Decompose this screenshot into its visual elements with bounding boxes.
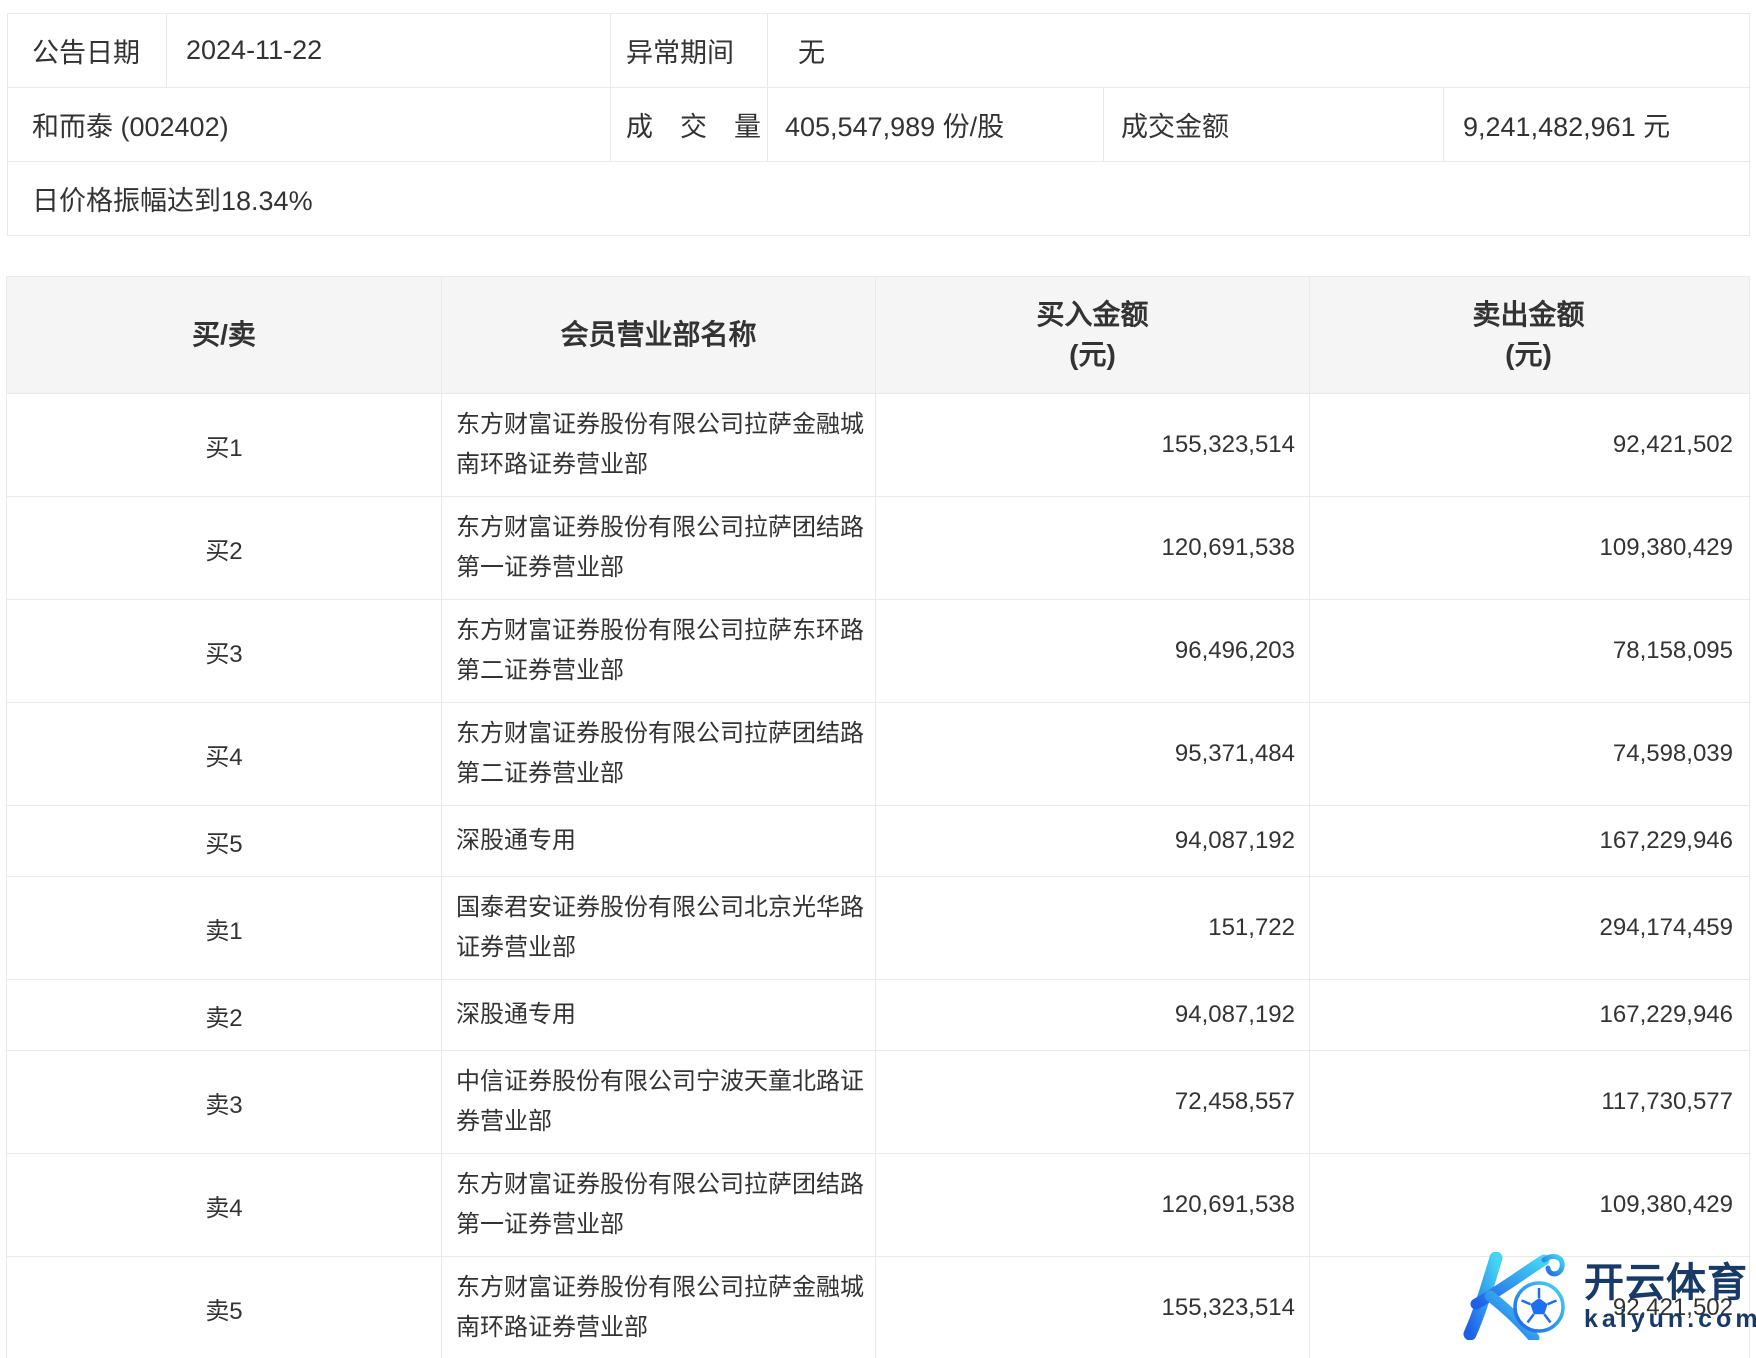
turnover-value: 9,241,482,961 元 (1444, 88, 1749, 161)
row-sell-amount: 294,174,459 (1310, 877, 1747, 979)
abnormal-period-label: 异常期间 (611, 14, 768, 87)
row-branch-name: 东方财富证券股份有限公司拉萨东环路第二证券营业部 (442, 600, 876, 702)
row-buy-amount: 72,458,557 (876, 1051, 1310, 1153)
header-side: 买/卖 (7, 277, 442, 393)
row-branch-name: 国泰君安证券股份有限公司北京光华路证券营业部 (442, 877, 876, 979)
price-amplitude-note: 日价格振幅达到18.34% (8, 162, 1749, 235)
row-sell-amount: 109,380,429 (1310, 497, 1747, 599)
table-body: 买1 东方财富证券股份有限公司拉萨金融城南环路证券营业部 155,323,514… (7, 393, 1749, 1358)
row-buy-amount: 96,496,203 (876, 600, 1310, 702)
row-side-label: 买5 (7, 806, 442, 876)
kaiyun-domain: kaiyun.com (1584, 1306, 1756, 1333)
row-side-label: 买3 (7, 600, 442, 702)
row-branch-name: 东方财富证券股份有限公司拉萨团结路第一证券营业部 (442, 497, 876, 599)
row-buy-amount: 151,722 (876, 877, 1310, 979)
row-sell-amount: 117,730,577 (1310, 1051, 1747, 1153)
table-row: 卖3 中信证券股份有限公司宁波天童北路证券营业部 72,458,557 117,… (7, 1050, 1749, 1153)
row-branch-name: 深股通专用 (442, 980, 876, 1050)
row-side-label: 买1 (7, 394, 442, 496)
row-sell-amount: 78,158,095 (1310, 600, 1747, 702)
row-side-label: 买2 (7, 497, 442, 599)
header-buy-amount: 买入金额 (元) (876, 277, 1310, 393)
table-row: 买2 东方财富证券股份有限公司拉萨团结路第一证券营业部 120,691,538 … (7, 496, 1749, 599)
row-branch-name: 东方财富证券股份有限公司拉萨团结路第一证券营业部 (442, 1154, 876, 1256)
info-row-note: 日价格振幅达到18.34% (8, 161, 1749, 235)
table-row: 买5 深股通专用 94,087,192 167,229,946 (7, 805, 1749, 876)
kaiyun-logo-icon (1460, 1252, 1576, 1340)
table-row: 买3 东方财富证券股份有限公司拉萨东环路第二证券营业部 96,496,203 7… (7, 599, 1749, 702)
announce-date-value: 2024-11-22 (167, 14, 611, 87)
info-row-announce: 公告日期 2024-11-22 异常期间 无 (8, 14, 1749, 87)
soccer-ball-icon (1515, 1283, 1563, 1331)
row-side-label: 卖1 (7, 877, 442, 979)
kaiyun-brand-name: 开云体育 (1584, 1260, 1756, 1306)
row-side-label: 买4 (7, 703, 442, 805)
row-sell-amount: 74,598,039 (1310, 703, 1747, 805)
stock-info-panel: 公告日期 2024-11-22 异常期间 无 和而泰 (002402) 成 交 … (7, 13, 1750, 236)
row-buy-amount: 95,371,484 (876, 703, 1310, 805)
volume-label: 成 交 量 (611, 88, 768, 161)
table-row: 买1 东方财富证券股份有限公司拉萨金融城南环路证券营业部 155,323,514… (7, 393, 1749, 496)
row-side-label: 卖4 (7, 1154, 442, 1256)
header-sell-amount: 卖出金额 (元) (1310, 277, 1747, 393)
volume-value: 405,547,989 份/股 (768, 88, 1104, 161)
header-buy-line1: 买入金额 (1036, 295, 1148, 335)
row-branch-name: 东方财富证券股份有限公司拉萨金融城南环路证券营业部 (442, 1257, 876, 1358)
row-side-label: 卖3 (7, 1051, 442, 1153)
header-branch: 会员营业部名称 (442, 277, 876, 393)
table-row: 卖1 国泰君安证券股份有限公司北京光华路证券营业部 151,722 294,17… (7, 876, 1749, 979)
row-branch-name: 中信证券股份有限公司宁波天童北路证券营业部 (442, 1051, 876, 1153)
row-side-label: 卖2 (7, 980, 442, 1050)
table-header: 买/卖 会员营业部名称 买入金额 (元) 卖出金额 (元) (7, 277, 1749, 393)
row-sell-amount: 109,380,429 (1310, 1154, 1747, 1256)
header-sell-line1: 卖出金额 (1472, 295, 1584, 335)
row-sell-amount: 167,229,946 (1310, 806, 1747, 876)
kaiyun-watermark-text: 开云体育 kaiyun.com (1584, 1260, 1756, 1333)
abnormal-period-value: 无 (768, 14, 1749, 87)
row-branch-name: 东方财富证券股份有限公司拉萨团结路第二证券营业部 (442, 703, 876, 805)
row-sell-amount: 167,229,946 (1310, 980, 1747, 1050)
table-row: 卖2 深股通专用 94,087,192 167,229,946 (7, 979, 1749, 1050)
header-buy-line2: (元) (1069, 335, 1116, 375)
row-buy-amount: 155,323,514 (876, 394, 1310, 496)
table-row: 卖4 东方财富证券股份有限公司拉萨团结路第一证券营业部 120,691,538 … (7, 1153, 1749, 1256)
row-buy-amount: 120,691,538 (876, 497, 1310, 599)
info-row-volume: 和而泰 (002402) 成 交 量 405,547,989 份/股 成交金额 … (8, 87, 1749, 161)
row-side-label: 卖5 (7, 1257, 442, 1358)
stock-name: 和而泰 (002402) (8, 88, 611, 161)
row-buy-amount: 155,323,514 (876, 1257, 1310, 1358)
row-branch-name: 深股通专用 (442, 806, 876, 876)
row-buy-amount: 94,087,192 (876, 806, 1310, 876)
header-sell-line2: (元) (1505, 335, 1552, 375)
announce-date-label: 公告日期 (8, 14, 167, 87)
row-buy-amount: 94,087,192 (876, 980, 1310, 1050)
kaiyun-watermark: 开云体育 kaiyun.com (1460, 1252, 1756, 1340)
table-row: 买4 东方财富证券股份有限公司拉萨团结路第二证券营业部 95,371,484 7… (7, 702, 1749, 805)
trading-seats-table: 买/卖 会员营业部名称 买入金额 (元) 卖出金额 (元) 买1 东方财富证券股… (6, 276, 1750, 1358)
row-buy-amount: 120,691,538 (876, 1154, 1310, 1256)
row-branch-name: 东方财富证券股份有限公司拉萨金融城南环路证券营业部 (442, 394, 876, 496)
row-sell-amount: 92,421,502 (1310, 394, 1747, 496)
page: 公告日期 2024-11-22 异常期间 无 和而泰 (002402) 成 交 … (0, 0, 1756, 1358)
turnover-label: 成交金额 (1104, 88, 1444, 161)
